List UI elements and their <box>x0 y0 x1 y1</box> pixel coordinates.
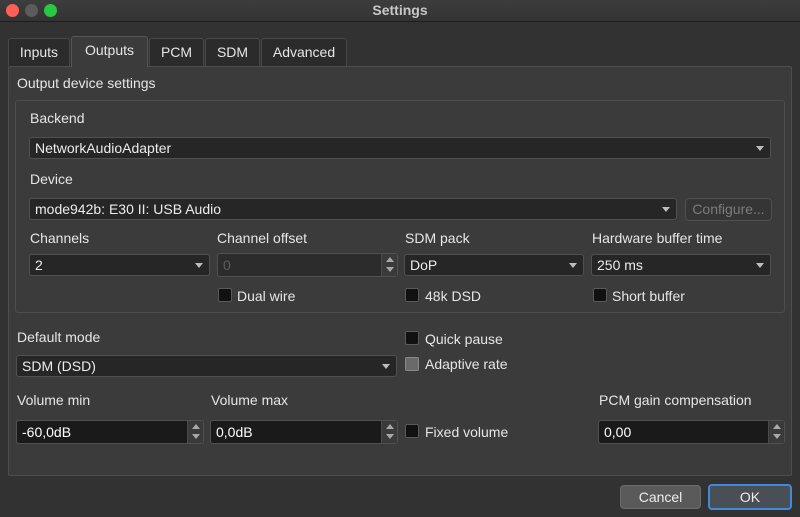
sdm-pack-value: DoP <box>410 257 438 273</box>
channels-value: 2 <box>35 257 43 273</box>
sdm-pack-label: SDM pack <box>405 230 470 246</box>
channels-select[interactable]: 2 <box>29 254 210 276</box>
cancel-button[interactable]: Cancel <box>620 485 701 509</box>
pcm-gain-compensation-spinbox[interactable]: 0,00 <box>598 420 785 444</box>
sdm-pack-select[interactable]: DoP <box>404 254 584 276</box>
hardware-buffer-time-select[interactable]: 250 ms <box>591 254 771 276</box>
volume-max-label: Volume max <box>211 392 289 408</box>
default-mode-value: SDM (DSD) <box>22 358 96 374</box>
chevron-down-icon <box>756 263 764 268</box>
device-label: Device <box>30 171 73 187</box>
hardware-buffer-time-value: 250 ms <box>597 257 643 273</box>
device-value: mode942b: E30 II: USB Audio <box>35 201 222 217</box>
adaptive-rate-label: Adaptive rate <box>425 356 508 372</box>
channel-offset-label: Channel offset <box>217 230 308 246</box>
tab-advanced[interactable]: Advanced <box>261 38 347 66</box>
tab-pcm[interactable]: PCM <box>149 38 204 66</box>
volume-min-stepper[interactable] <box>187 421 203 443</box>
device-select[interactable]: mode942b: E30 II: USB Audio <box>29 198 677 220</box>
channel-offset-stepper[interactable] <box>381 254 397 276</box>
chevron-down-icon <box>569 263 577 268</box>
arrow-up-icon <box>192 424 200 429</box>
pcm-gain-stepper[interactable] <box>768 421 784 443</box>
pcm-gain-compensation-label: PCM gain compensation <box>599 392 752 408</box>
default-mode-select[interactable]: SDM (DSD) <box>16 355 397 377</box>
chevron-down-icon <box>195 263 203 268</box>
arrow-up-icon <box>386 424 394 429</box>
arrow-down-icon <box>386 267 394 272</box>
tab-outputs[interactable]: Outputs <box>71 36 148 67</box>
arrow-up-icon <box>773 424 781 429</box>
chevron-down-icon <box>382 364 390 369</box>
volume-min-label: Volume min <box>17 392 91 408</box>
channel-offset-spinbox[interactable]: 0 <box>217 253 398 277</box>
adaptive-rate-checkbox[interactable] <box>405 357 419 371</box>
volume-max-stepper[interactable] <box>381 421 397 443</box>
volume-min-value: -60,0dB <box>22 424 72 440</box>
arrow-down-icon <box>386 434 394 439</box>
configure-button[interactable]: Configure... <box>685 198 772 221</box>
quick-pause-checkbox[interactable] <box>405 331 419 345</box>
chevron-down-icon <box>756 146 764 151</box>
dsd48k-checkbox[interactable] <box>405 288 419 302</box>
arrow-down-icon <box>192 434 200 439</box>
title-bar: Settings <box>0 0 800 22</box>
tab-inputs[interactable]: Inputs <box>8 38 70 66</box>
pcm-gain-compensation-value: 0,00 <box>604 424 632 440</box>
short-buffer-label: Short buffer <box>612 288 685 304</box>
window-title: Settings <box>372 2 428 18</box>
short-buffer-checkbox[interactable] <box>593 288 607 302</box>
quick-pause-label: Quick pause <box>425 331 503 347</box>
fixed-volume-checkbox[interactable] <box>405 424 419 438</box>
chevron-down-icon <box>662 207 670 212</box>
default-mode-label: Default mode <box>17 329 101 345</box>
output-device-group-title: Output device settings <box>17 75 156 91</box>
arrow-down-icon <box>773 434 781 439</box>
fixed-volume-label: Fixed volume <box>425 424 509 440</box>
volume-max-value: 0,0dB <box>216 424 253 440</box>
dual-wire-checkbox[interactable] <box>218 288 232 302</box>
volume-min-spinbox[interactable]: -60,0dB <box>16 420 204 444</box>
ok-button[interactable]: OK <box>708 484 792 510</box>
backend-select[interactable]: NetworkAudioAdapter <box>29 137 771 159</box>
tab-sdm[interactable]: SDM <box>205 38 260 66</box>
arrow-up-icon <box>386 257 394 262</box>
backend-value: NetworkAudioAdapter <box>35 140 172 156</box>
channels-label: Channels <box>30 230 90 246</box>
dsd48k-label: 48k DSD <box>425 288 482 304</box>
hardware-buffer-time-label: Hardware buffer time <box>592 230 723 246</box>
volume-max-spinbox[interactable]: 0,0dB <box>210 420 398 444</box>
dual-wire-label: Dual wire <box>237 288 296 304</box>
channel-offset-value: 0 <box>223 257 231 273</box>
backend-label: Backend <box>30 110 85 126</box>
